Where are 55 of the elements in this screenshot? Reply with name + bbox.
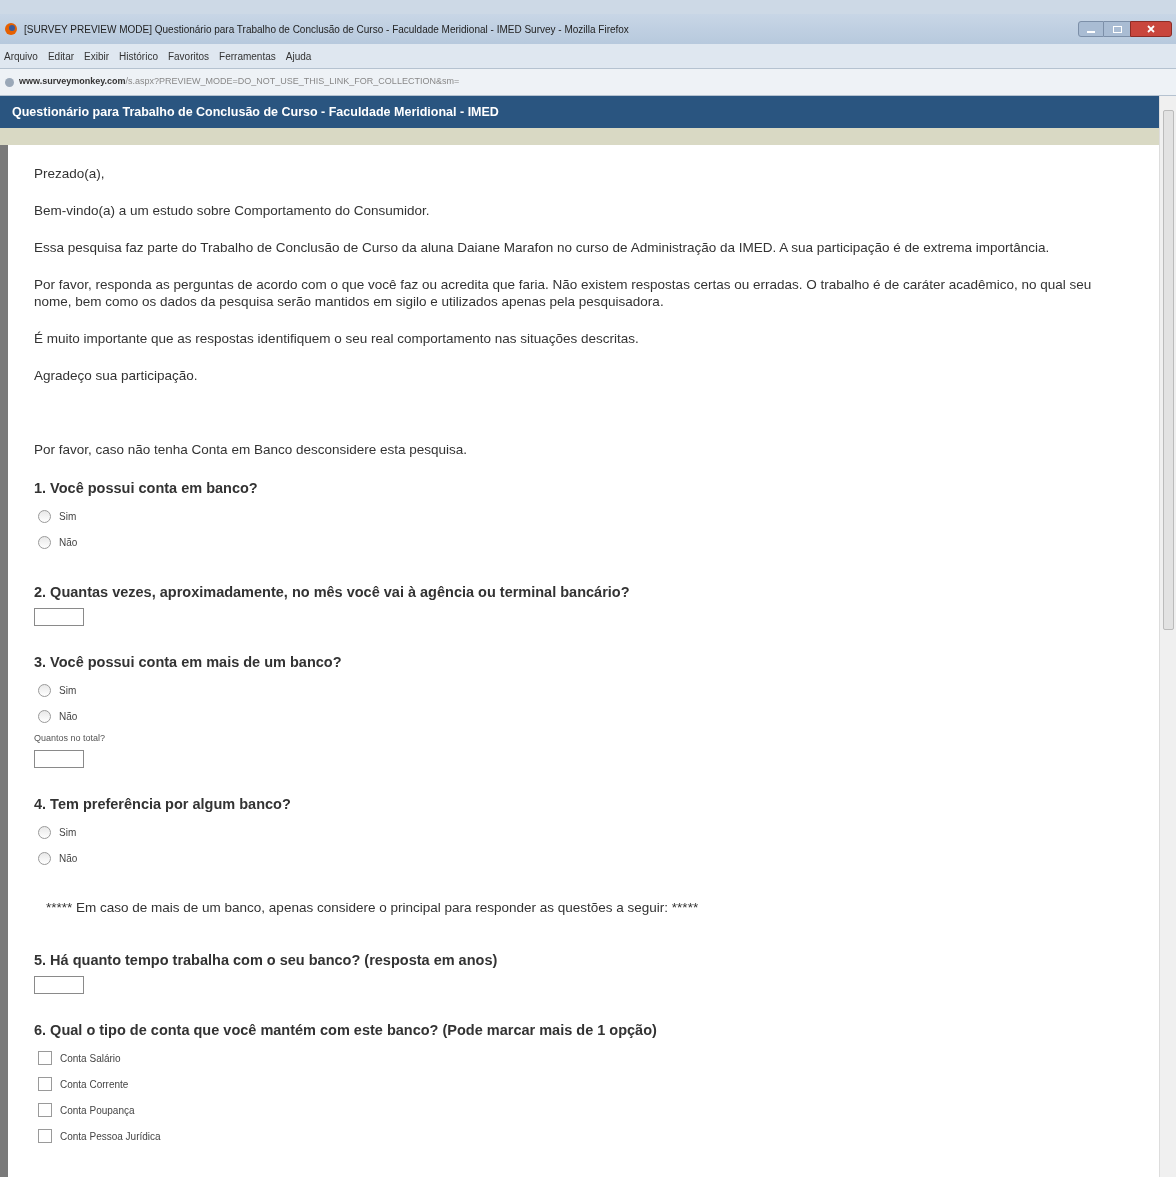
globe-icon	[4, 76, 15, 88]
scrollbar[interactable]	[1159, 96, 1176, 1177]
menu-item[interactable]: Editar	[47, 48, 75, 64]
instruction-note: ***** Em caso de mais de um banco, apenas considere o principal para responder as questões a seguir: *****	[45, 898, 700, 917]
intro-text: Essa pesquisa faz parte do Trabalho de Conclusão de Curso da aluna Daiane Marafon no curso de Administração da IMED. A sua participação é de extrema importância.	[34, 239, 1051, 256]
window-title: [SURVEY PREVIEW MODE] Questionário para Trabalho de Conclusão de Curso - Faculdade Meridional - IMED Survey - Mozilla Firefox	[24, 22, 630, 37]
answer-field[interactable]	[34, 607, 84, 626]
field-caption: Quantos no total?	[34, 732, 107, 746]
option-label: Conta Corrente	[60, 1077, 129, 1092]
survey-header: Questionário para Trabalho de Conclusão de Curso - Faculdade Meridional - IMED	[0, 96, 1159, 128]
option-label: Sim	[59, 683, 77, 698]
checkbox[interactable]	[38, 1077, 52, 1092]
intro-text: Por favor, responda as perguntas de acordo com o que você faz ou acredita que faria. Não existem respostas certas ou erradas. O trabalho é de caráter acadêmico, no qual seu nome, bem como os dados da pesquisa serão mantidos em sigilo e utilizados apenas pela pesquisadora.	[34, 276, 1093, 310]
menu-item[interactable]: Histórico	[119, 48, 158, 64]
question-title: 3. Você possui conta em mais de um banco?	[34, 652, 343, 672]
close-icon	[1147, 25, 1155, 33]
maximize-button[interactable]	[1104, 21, 1130, 37]
answer-field[interactable]	[34, 975, 84, 994]
checkbox[interactable]	[38, 1129, 52, 1144]
option-label: Não	[59, 536, 78, 551]
option-label: Sim	[59, 826, 77, 840]
option-label: Não	[59, 852, 78, 866]
question-title: 6. Qual o tipo de conta que você mantém com este banco? (Pode marcar mais de 1 opção)	[34, 1020, 658, 1040]
close-button[interactable]	[1130, 21, 1172, 37]
checkbox[interactable]	[38, 1103, 52, 1118]
question-title: 2. Quantas vezes, aproximadamente, no mês você vai à agência ou terminal bancário?	[34, 582, 631, 602]
menu-item[interactable]: Ajuda	[285, 48, 312, 64]
menu-item[interactable]: Arquivo	[4, 48, 38, 64]
radio-button[interactable]	[38, 683, 51, 697]
intro-text: Prezado(a),	[34, 165, 106, 182]
question-title: 1. Você possui conta em banco?	[34, 479, 259, 498]
radio-button[interactable]	[38, 510, 51, 524]
radio-button[interactable]	[38, 826, 51, 839]
option-label: Não	[59, 709, 78, 724]
intro-text: Por favor, caso não tenha Conta em Banco desconsidere esta pesquisa.	[34, 441, 469, 458]
question-title: 4. Tem preferência por algum banco?	[34, 794, 292, 814]
radio-button[interactable]	[38, 709, 51, 723]
menu-item[interactable]: Favoritos	[167, 48, 210, 64]
menu-item[interactable]: Exibir	[84, 48, 110, 64]
answer-field[interactable]	[34, 749, 84, 768]
question-title: 5. Há quanto tempo trabalha com o seu banco? (resposta em anos)	[34, 950, 499, 970]
minimize-button[interactable]	[1078, 21, 1104, 37]
option-label: Sim	[59, 510, 77, 525]
radio-button[interactable]	[38, 852, 51, 865]
intro-text: Bem-vindo(a) a um estudo sobre Comportamento do Consumidor.	[34, 202, 431, 219]
intro-text: É muito importante que as respostas identifiquem o seu real comportamento nas situações descritas.	[34, 330, 640, 347]
browser-icon	[4, 22, 18, 36]
address-url[interactable]: www.surveymonkey.com/s.aspx?PREVIEW_MODE=DO_NOT_USE_THIS_LINK_FOR_COLLECTION&sm=	[19, 75, 460, 89]
option-label: Conta Salário	[60, 1051, 121, 1066]
option-label: Conta Poupança	[60, 1103, 135, 1118]
checkbox[interactable]	[38, 1051, 52, 1066]
radio-button[interactable]	[38, 536, 51, 550]
intro-text: Agradeço sua participação.	[34, 367, 199, 384]
menu-item[interactable]: Ferramentas	[219, 48, 276, 64]
option-label: Conta Pessoa Jurídica	[60, 1129, 161, 1144]
